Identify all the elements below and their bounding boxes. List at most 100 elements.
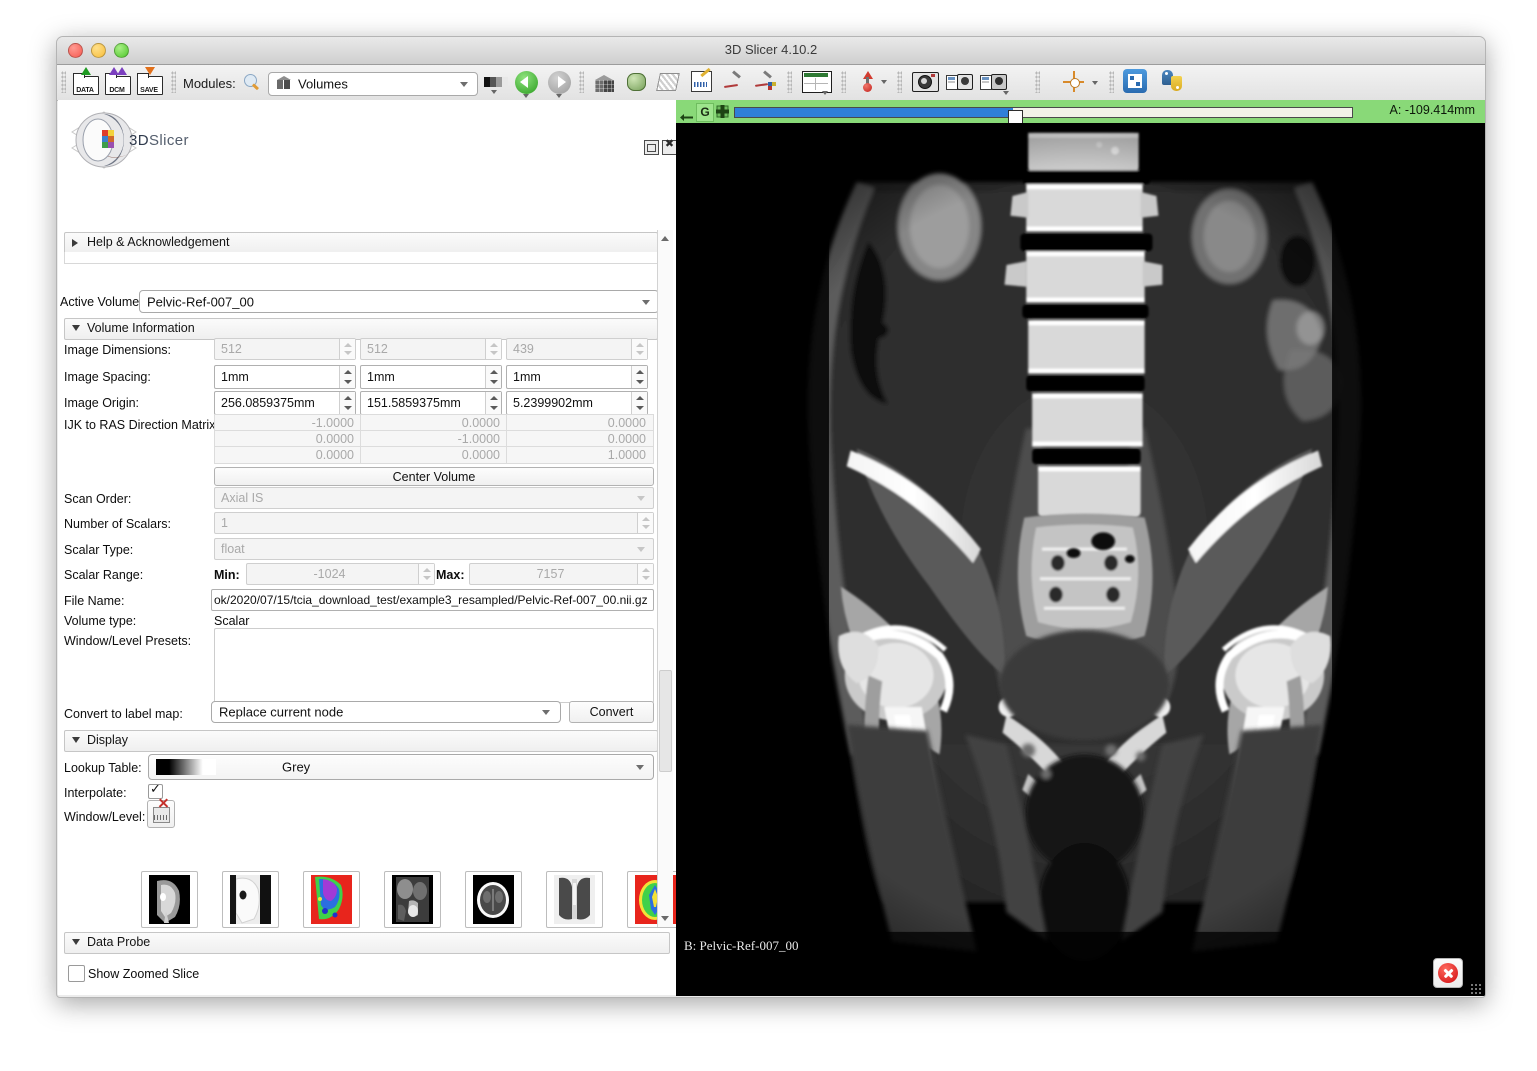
module-selector-value: Volumes — [298, 77, 348, 92]
save-data-button[interactable]: SAVE — [136, 68, 162, 95]
module-selector-combobox[interactable]: Volumes — [268, 72, 478, 96]
preset-thumbnail-5[interactable] — [546, 871, 603, 928]
capture-icon[interactable] — [980, 70, 1006, 92]
colormap-chevron-icon[interactable] — [491, 90, 497, 94]
file-name-field[interactable]: ok/2020/07/15/tcia_download_test/example… — [211, 589, 654, 611]
application-window: 3D Slicer 4.10.2 DATA DCM — [56, 36, 1486, 998]
preset-thumbnail-1[interactable] — [222, 871, 279, 928]
toolbar-grip-4[interactable] — [787, 71, 792, 93]
convert-to-label-map-label: Convert to label map: — [64, 707, 183, 721]
module-search-icon[interactable] — [244, 74, 261, 91]
title-bar: 3D Slicer 4.10.2 — [57, 37, 1485, 65]
display-section-label: Display — [87, 733, 128, 747]
number-of-scalars-label: Number of Scalars: — [64, 517, 171, 531]
volume-information-label: Volume Information — [87, 321, 195, 335]
annotations-icon[interactable] — [689, 70, 713, 94]
error-close-icon[interactable] — [1433, 958, 1463, 988]
active-volume-combobox[interactable]: Pelvic-Ref-007_00 — [139, 290, 659, 313]
convert-button[interactable]: Convert — [569, 701, 654, 723]
preset-thumbnail-2[interactable] — [303, 871, 360, 928]
extensions-icon[interactable] — [1123, 69, 1148, 94]
image-origin-field-2[interactable]: 5.2399902mm — [506, 391, 648, 415]
image-spacing-field-2[interactable]: 1mm — [506, 365, 648, 389]
data-probe-section[interactable]: Data Probe — [64, 932, 670, 954]
image-dimensions-field-0: 512 — [214, 338, 356, 360]
image-origin-field-1[interactable]: 151.5859375mm — [360, 391, 502, 415]
image-origin-field-0[interactable]: 256.0859375mm — [214, 391, 356, 415]
ct-slice-image[interactable] — [676, 123, 1485, 996]
slice-offset-slider[interactable] — [734, 107, 1353, 118]
preset-thumbnail-3[interactable] — [384, 871, 441, 928]
image-spacing-label: Image Spacing: — [64, 370, 151, 384]
window-level-label: Window/Level: — [64, 810, 145, 824]
volume-rendering-icon[interactable] — [593, 71, 617, 95]
mouse-mode-chevron-icon[interactable] — [881, 80, 887, 84]
center-volume-button[interactable]: Center Volume — [214, 467, 654, 486]
python-console-icon[interactable] — [1161, 69, 1186, 94]
help-acknowledgement-label: Help & Acknowledgement — [87, 235, 229, 249]
toolbar-grip-7[interactable] — [1035, 71, 1040, 93]
colormap-icon[interactable] — [484, 77, 508, 87]
close-panel-icon[interactable]: ✖ — [662, 140, 677, 155]
interpolate-checkbox[interactable]: ✓ — [148, 784, 163, 799]
scrollbar-thumb[interactable] — [659, 670, 672, 772]
window-title: 3D Slicer 4.10.2 — [57, 42, 1485, 57]
show-zoomed-slice-checkbox[interactable] — [68, 965, 85, 982]
lookup-table-combobox[interactable]: Grey — [148, 754, 654, 780]
chevron-down-icon — [636, 765, 644, 770]
slice-visibility-icon[interactable] — [716, 105, 729, 118]
screenshot-root: 3D Slicer 4.10.2 DATA DCM — [0, 0, 1537, 1071]
toolbar-grip-8[interactable] — [1109, 71, 1114, 93]
scene-views-icon[interactable] — [946, 70, 972, 92]
toolbar-grip-3[interactable] — [579, 71, 584, 93]
screenshot-icon[interactable] — [912, 70, 938, 92]
slice-view: G A: -109.414mm — [676, 100, 1485, 996]
preset-thumbnail-0[interactable] — [141, 871, 198, 928]
help-acknowledgement-section[interactable]: Help & Acknowledgement — [64, 232, 658, 254]
markups-icon[interactable] — [657, 71, 681, 95]
crosshair-icon[interactable] — [1062, 71, 1086, 95]
direction-matrix-label: IJK to RAS Direction Matrix: — [64, 418, 219, 432]
toolbar-grip-5[interactable] — [841, 71, 846, 93]
slicer-logo-text: 3DSlicer — [129, 132, 189, 149]
float-panel-icon[interactable] — [644, 140, 659, 155]
load-data-button[interactable]: DATA — [72, 68, 98, 95]
capture-chevron-icon[interactable] — [1003, 91, 1009, 95]
matrix-cell-2-2: 1.0000 — [506, 446, 654, 464]
slice-coordinate-label: A: -109.414mm — [1390, 103, 1475, 117]
lookup-table-value: Grey — [282, 760, 310, 775]
slice-controller-bar: G A: -109.414mm — [676, 100, 1485, 123]
module-back-chevron-icon[interactable] — [523, 94, 529, 98]
window-level-reset-icon[interactable] — [147, 800, 175, 828]
models-icon[interactable] — [625, 71, 649, 95]
segment-editor-icon[interactable] — [753, 71, 777, 95]
scalar-max-field: 7157 — [469, 563, 654, 585]
window-level-presets-list[interactable] — [214, 628, 654, 703]
toolbar-grip-6[interactable] — [897, 71, 902, 93]
volume-information-section[interactable]: Volume Information — [64, 318, 658, 340]
display-section[interactable]: Display — [64, 730, 658, 752]
preset-thumbnail-4[interactable] — [465, 871, 522, 928]
slice-view-letter[interactable]: G — [696, 103, 714, 122]
module-forward-icon[interactable] — [548, 71, 571, 94]
image-spacing-field-1[interactable]: 1mm — [360, 365, 502, 389]
resize-grip[interactable] — [1470, 983, 1481, 994]
module-forward-chevron-icon[interactable] — [556, 94, 562, 98]
toolbar-grip-2[interactable] — [171, 71, 176, 93]
image-spacing-field-0[interactable]: 1mm — [214, 365, 356, 389]
data-probe-label: Data Probe — [87, 935, 150, 949]
mouse-mode-icon[interactable] — [855, 69, 879, 93]
spinner — [485, 392, 501, 414]
module-back-icon[interactable] — [515, 71, 538, 94]
pin-icon[interactable] — [680, 108, 693, 115]
crosshair-chevron-icon[interactable] — [1092, 81, 1098, 85]
image-dimensions-field-2: 439 — [506, 338, 648, 360]
editor-icon[interactable] — [721, 71, 745, 95]
layout-chevron-icon[interactable] — [822, 91, 828, 95]
load-dicom-button[interactable]: DCM — [104, 68, 130, 95]
panel-scrollbar[interactable] — [657, 230, 673, 927]
convert-option-combobox[interactable]: Replace current node — [211, 701, 561, 723]
toolbar-grip[interactable] — [61, 71, 66, 93]
volumes-module-icon — [276, 76, 291, 91]
modules-label: Modules: — [183, 76, 236, 91]
